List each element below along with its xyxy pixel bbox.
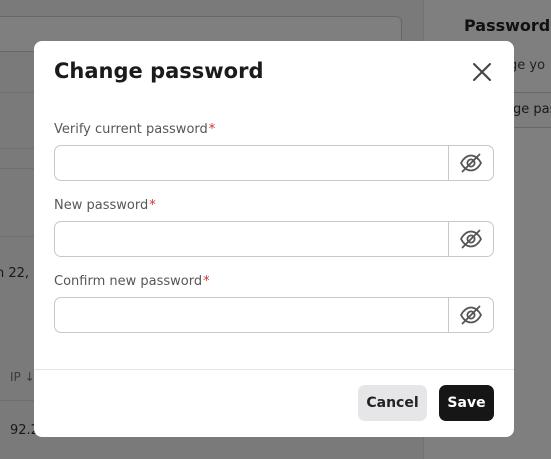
new-password-visibility-toggle[interactable] <box>448 222 493 256</box>
new-password-label-text: New password <box>54 198 149 213</box>
required-marker: * <box>203 274 210 289</box>
required-marker: * <box>149 198 156 213</box>
eye-off-icon <box>460 153 482 173</box>
new-password-label: New password* <box>54 198 156 213</box>
cancel-button[interactable]: Cancel <box>358 385 427 421</box>
required-marker: * <box>208 122 216 137</box>
close-button[interactable] <box>468 58 496 86</box>
dialog-title: Change password <box>54 59 264 83</box>
current-password-label: Verify current password* <box>54 122 215 137</box>
current-password-visibility-toggle[interactable] <box>448 146 493 180</box>
change-password-dialog: Change password Verify current password*… <box>34 41 514 437</box>
confirm-password-visibility-toggle[interactable] <box>448 298 493 332</box>
new-password-input[interactable] <box>55 222 448 256</box>
new-password-group <box>54 221 494 257</box>
current-password-input[interactable] <box>55 146 448 180</box>
close-icon <box>473 63 491 81</box>
eye-off-icon <box>460 229 482 249</box>
dialog-footer-divider <box>34 369 514 370</box>
confirm-password-input[interactable] <box>55 298 448 332</box>
confirm-password-label: Confirm new password* <box>54 274 210 289</box>
current-password-group <box>54 145 494 181</box>
save-button[interactable]: Save <box>439 385 494 421</box>
confirm-password-label-text: Confirm new password <box>54 274 203 289</box>
current-password-label-text: Verify current password <box>54 122 208 137</box>
eye-off-icon <box>460 305 482 325</box>
confirm-password-group <box>54 297 494 333</box>
